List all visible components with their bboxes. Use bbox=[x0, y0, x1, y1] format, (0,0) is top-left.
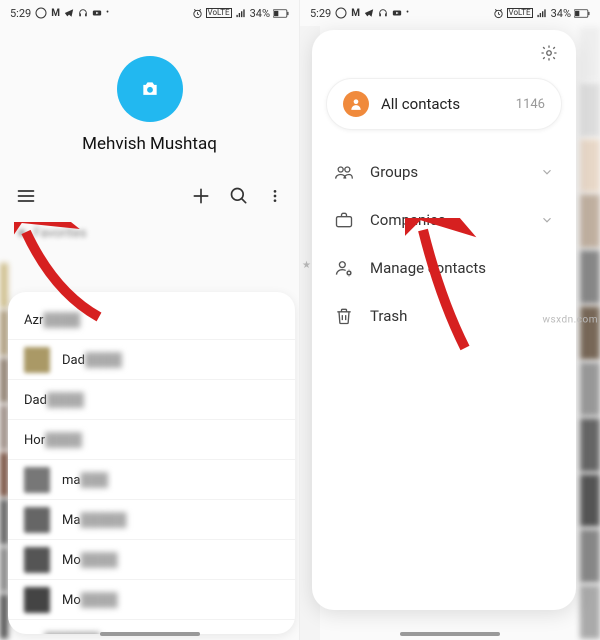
person-gear-icon bbox=[334, 258, 354, 278]
favorites-header: ★ Favorites bbox=[0, 216, 299, 247]
signal-icon bbox=[536, 8, 548, 19]
avatar[interactable] bbox=[117, 56, 183, 122]
dim-background-right bbox=[580, 26, 600, 640]
alarm-icon bbox=[192, 8, 203, 19]
contacts-list[interactable]: Azr████ Dad████ Dad████ Hor████ ma███ Ma… bbox=[8, 292, 295, 634]
more-icon[interactable] bbox=[267, 186, 283, 206]
home-indicator[interactable] bbox=[400, 632, 500, 636]
menu-trash[interactable]: Trash bbox=[312, 292, 576, 340]
list-item[interactable]: Ma█████ bbox=[8, 500, 295, 540]
status-m-icon: M bbox=[51, 8, 60, 19]
watermark: wsxdn.com bbox=[542, 315, 598, 326]
groups-icon bbox=[334, 162, 354, 182]
volte-icon: VoLTE bbox=[507, 8, 533, 18]
alarm-icon bbox=[493, 8, 504, 19]
volte-icon: VoLTE bbox=[206, 8, 232, 18]
menu-label: Manage contacts bbox=[370, 259, 486, 277]
all-contacts-label: All contacts bbox=[381, 95, 504, 113]
status-time: 5:29 bbox=[10, 7, 31, 20]
settings-button[interactable] bbox=[312, 42, 576, 72]
gear-icon bbox=[540, 44, 558, 62]
youtube-icon bbox=[392, 8, 402, 18]
left-screenshot: 5:29 M • VoLTE 34% Mehvish Mushtaq ★ bbox=[0, 0, 300, 640]
add-icon[interactable] bbox=[191, 186, 211, 206]
list-item[interactable]: ma███ bbox=[8, 460, 295, 500]
whatsapp-icon bbox=[335, 7, 347, 19]
whatsapp-icon bbox=[35, 7, 47, 19]
profile-name: Mehvish Mushtaq bbox=[0, 134, 299, 154]
status-more-icon: • bbox=[406, 8, 409, 18]
headphone-icon bbox=[378, 8, 388, 18]
chevron-down-icon bbox=[540, 213, 554, 227]
telegram-icon bbox=[364, 8, 374, 18]
navigation-drawer: All contacts 1146 Groups Companies Manag… bbox=[312, 30, 576, 610]
all-contacts-count: 1146 bbox=[516, 97, 545, 112]
profile-header: Mehvish Mushtaq bbox=[0, 26, 299, 172]
blurred-edge bbox=[0, 262, 8, 640]
home-indicator[interactable] bbox=[100, 632, 200, 636]
list-item[interactable]: Azr████ bbox=[8, 300, 295, 340]
list-item[interactable]: Dad████ bbox=[8, 340, 295, 380]
menu-label: Groups bbox=[370, 163, 418, 181]
status-bar: 5:29 M • VoLTE 34% bbox=[300, 0, 600, 26]
youtube-icon bbox=[92, 8, 102, 18]
list-item[interactable]: Mo████ bbox=[8, 580, 295, 620]
star-icon: ★ bbox=[16, 226, 28, 241]
menu-companies[interactable]: Companies bbox=[312, 196, 576, 244]
menu-icon[interactable] bbox=[16, 186, 36, 206]
person-icon bbox=[343, 91, 369, 117]
camera-icon bbox=[138, 79, 162, 99]
status-time: 5:29 bbox=[310, 7, 331, 20]
battery-text: 34% bbox=[250, 7, 270, 20]
headphone-icon bbox=[78, 8, 88, 18]
status-more-icon: • bbox=[106, 8, 109, 18]
briefcase-icon bbox=[334, 210, 354, 230]
list-item[interactable]: Mo████ bbox=[8, 540, 295, 580]
battery-icon bbox=[273, 9, 289, 18]
toolbar bbox=[0, 172, 299, 216]
status-bar: 5:29 M • VoLTE 34% bbox=[0, 0, 299, 26]
menu-label: Companies bbox=[370, 211, 446, 229]
menu-label: Trash bbox=[370, 307, 407, 325]
signal-icon bbox=[235, 8, 247, 19]
status-m-icon: M bbox=[351, 8, 360, 19]
all-contacts-button[interactable]: All contacts 1146 bbox=[326, 78, 562, 130]
chevron-down-icon bbox=[540, 165, 554, 179]
menu-groups[interactable]: Groups bbox=[312, 148, 576, 196]
list-item[interactable]: Dad████ bbox=[8, 380, 295, 420]
trash-icon bbox=[334, 306, 354, 326]
battery-text: 34% bbox=[551, 7, 571, 20]
menu-manage-contacts[interactable]: Manage contacts bbox=[312, 244, 576, 292]
battery-icon bbox=[574, 9, 590, 18]
list-item[interactable]: Hor████ bbox=[8, 420, 295, 460]
search-icon[interactable] bbox=[229, 186, 249, 206]
telegram-icon bbox=[64, 8, 74, 18]
